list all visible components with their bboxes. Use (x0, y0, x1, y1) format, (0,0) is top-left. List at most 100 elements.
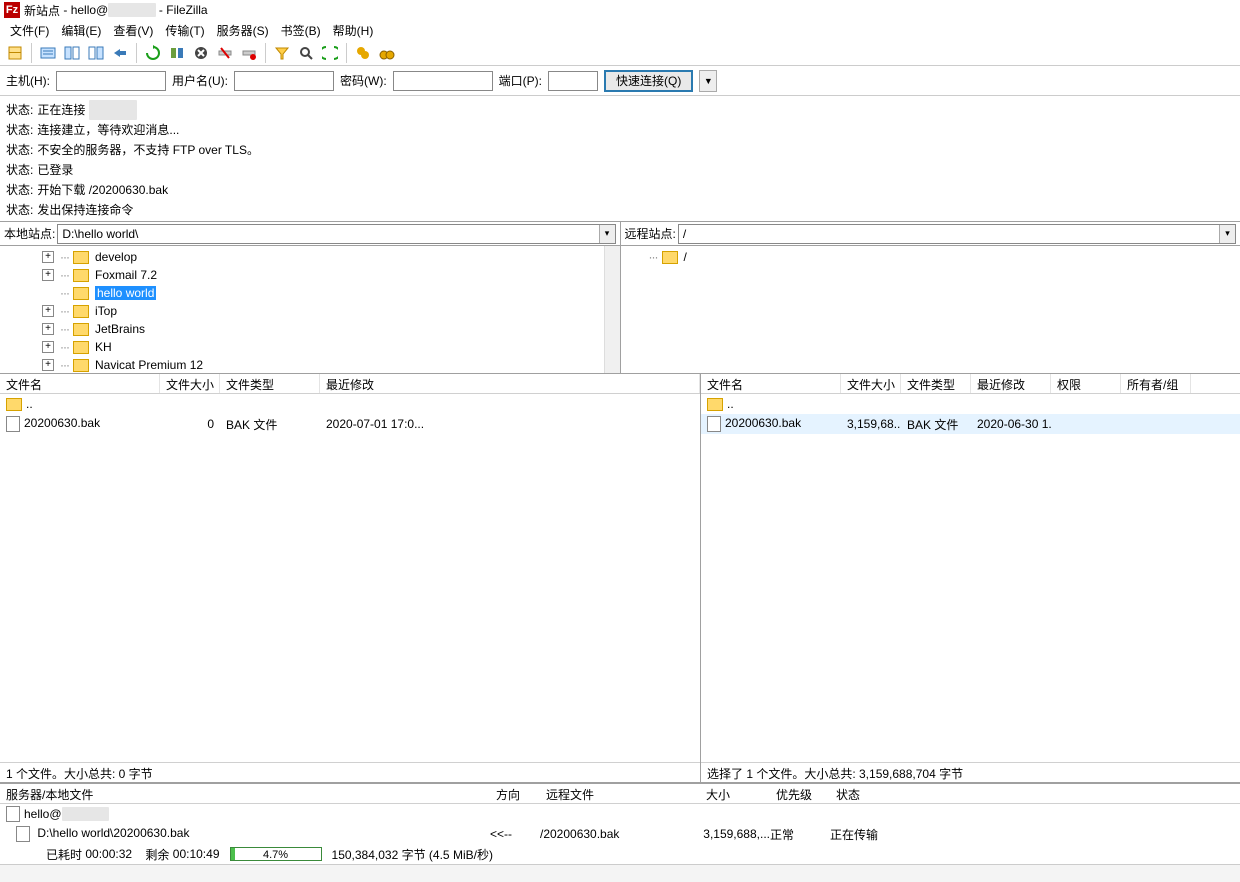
column-header[interactable]: 状态 (830, 784, 1030, 803)
queue-server: hello@ (24, 807, 62, 821)
local-tree[interactable]: +···develop+···Foxmail 7.2···hello world… (0, 246, 621, 373)
queue-bytes: 150,384,032 字节 (4.5 MiB/秒) (332, 846, 493, 863)
column-header[interactable]: 文件类型 (901, 374, 971, 393)
file-icon (707, 416, 721, 432)
file-row[interactable]: .. (701, 394, 1240, 414)
log-msg: 不安全的服务器，不支持 FTP over TLS。 (37, 140, 259, 160)
file-icon (16, 826, 30, 842)
menu-edit[interactable]: 编辑(E) (57, 21, 105, 40)
column-header[interactable]: 文件名 (0, 374, 160, 393)
toolbar (0, 40, 1240, 66)
menu-help[interactable]: 帮助(H) (329, 21, 378, 40)
column-header[interactable]: 文件大小 (841, 374, 901, 393)
expand-icon[interactable]: + (42, 323, 54, 335)
column-header[interactable]: 文件名 (701, 374, 841, 393)
scrollbar[interactable] (604, 246, 620, 373)
column-header[interactable]: 服务器/本地文件 (0, 784, 490, 803)
column-header[interactable]: 文件大小 (160, 374, 220, 393)
quickconnect-button[interactable]: 快速连接(Q) (604, 70, 693, 92)
expand-icon[interactable]: + (42, 269, 54, 281)
expand-icon[interactable]: + (42, 341, 54, 353)
menu-bookmarks[interactable]: 书签(B) (277, 21, 325, 40)
queue-prio: 正常 (770, 826, 830, 843)
host-input[interactable] (56, 71, 166, 91)
tree-node[interactable]: +···KH (0, 338, 620, 356)
queue-progress-row: 已耗时 00:00:32 剩余 00:10:49 4.7% 150,384,03… (0, 844, 1240, 864)
queue-elapsed: 00:00:32 (85, 847, 132, 861)
log-msg: 开始下载 /20200630.bak (37, 180, 168, 200)
log-msg: 正在连接 (37, 100, 85, 120)
queue-server-row[interactable]: hello@ (0, 804, 1240, 824)
search-icon[interactable] (295, 42, 317, 64)
file-row[interactable]: .. (0, 394, 700, 414)
menu-view[interactable]: 查看(V) (109, 21, 157, 40)
log-tag: 状态 (6, 140, 33, 160)
expand-icon[interactable]: + (42, 251, 54, 263)
tree-node[interactable]: ···hello world (0, 284, 620, 302)
queue-file-row[interactable]: D:\hello world\20200630.bak <<-- /202006… (0, 824, 1240, 844)
toggle-remote-tree-icon[interactable] (85, 42, 107, 64)
disconnect-icon[interactable] (214, 42, 236, 64)
column-header[interactable]: 文件类型 (220, 374, 320, 393)
file-row[interactable]: 20200630.bak3,159,68...BAK 文件2020-06-30 … (701, 414, 1240, 434)
remote-list: 文件名文件大小文件类型最近修改权限所有者/组 ..20200630.bak3,1… (701, 374, 1240, 782)
log-tag: 状态 (6, 120, 33, 140)
pass-label: 密码(W): (340, 72, 387, 89)
toggle-log-icon[interactable] (37, 42, 59, 64)
folder-icon (662, 251, 678, 264)
compare-icon[interactable] (319, 42, 341, 64)
column-header[interactable]: 最近修改 (971, 374, 1051, 393)
remote-site-combo[interactable]: ▾ (678, 224, 1236, 244)
tree-node[interactable]: ···/ (631, 248, 1240, 266)
log-msg: 连接建立，等待欢迎消息... (37, 120, 179, 140)
toggle-local-tree-icon[interactable] (61, 42, 83, 64)
expand-icon[interactable]: + (42, 359, 54, 371)
folder-icon (73, 251, 89, 264)
column-header[interactable]: 所有者/组 (1121, 374, 1191, 393)
file-lists: 文件名文件大小文件类型最近修改 ..20200630.bak0BAK 文件202… (0, 374, 1240, 783)
progress-bar: 4.7% (230, 847, 322, 861)
column-header[interactable]: 方向 (490, 784, 540, 803)
local-site-input[interactable] (58, 225, 598, 243)
tree-node[interactable]: +···Foxmail 7.2 (0, 266, 620, 284)
refresh-icon[interactable] (142, 42, 164, 64)
file-row[interactable]: 20200630.bak0BAK 文件2020-07-01 17:0... (0, 414, 700, 434)
tree-node[interactable]: +···iTop (0, 302, 620, 320)
reconnect-icon[interactable] (238, 42, 260, 64)
folder-icon (73, 341, 89, 354)
column-header[interactable]: 远程文件 (540, 784, 700, 803)
log-pane[interactable]: 状态正在连接 状态连接建立，等待欢迎消息...状态不安全的服务器，不支持 FTP… (0, 96, 1240, 222)
remote-tree[interactable]: ···/ (621, 246, 1240, 373)
log-tag: 状态 (6, 100, 33, 120)
column-header[interactable]: 大小 (700, 784, 770, 803)
tree-node[interactable]: +···develop (0, 248, 620, 266)
quickconnect-dropdown[interactable]: ▼ (699, 70, 717, 92)
menu-file[interactable]: 文件(F) (6, 21, 53, 40)
port-input[interactable] (548, 71, 598, 91)
chevron-down-icon[interactable]: ▾ (1219, 225, 1235, 243)
menu-server[interactable]: 服务器(S) (213, 21, 273, 40)
site-manager-icon[interactable] (4, 42, 26, 64)
remote-site-input[interactable] (679, 225, 1219, 243)
column-header[interactable]: 权限 (1051, 374, 1121, 393)
menu-transfer[interactable]: 传输(T) (161, 21, 208, 40)
tree-node[interactable]: +···Navicat Premium 12 (0, 356, 620, 373)
tree-node[interactable]: +···JetBrains (0, 320, 620, 338)
pass-input[interactable] (393, 71, 493, 91)
user-input[interactable] (234, 71, 334, 91)
column-header[interactable]: 优先级 (770, 784, 830, 803)
binoculars-icon[interactable] (376, 42, 398, 64)
filter-icon[interactable] (271, 42, 293, 64)
toggle-queue-icon[interactable] (109, 42, 131, 64)
sync-browse-icon[interactable] (352, 42, 374, 64)
folder-icon (73, 305, 89, 318)
log-tag: 状态 (6, 180, 33, 200)
cancel-icon[interactable] (190, 42, 212, 64)
expand-icon[interactable]: + (42, 305, 54, 317)
process-queue-icon[interactable] (166, 42, 188, 64)
column-header[interactable]: 最近修改 (320, 374, 700, 393)
chevron-down-icon[interactable]: ▾ (599, 225, 615, 243)
app-icon: Fz (4, 2, 20, 18)
local-site-combo[interactable]: ▾ (57, 224, 615, 244)
log-msg: 已登录 (37, 160, 73, 180)
